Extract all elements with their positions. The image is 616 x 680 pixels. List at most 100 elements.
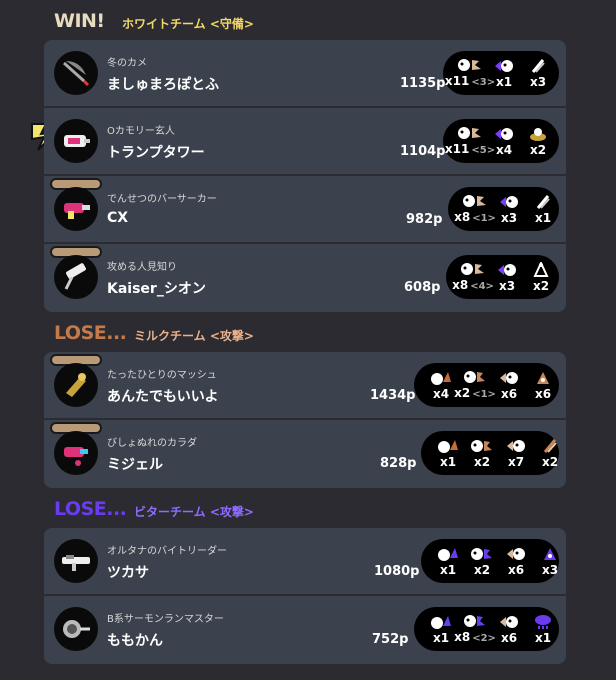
boss-salmon-icon	[438, 440, 458, 453]
salmon-icon	[471, 548, 492, 560]
player-row[interactable]: でんせつのバーサーカー CX 982p x8 <1> x3 x1	[44, 176, 566, 244]
stat-value: x8	[454, 630, 471, 644]
stats-capsule: x1 x8 <2> x6 x1	[414, 607, 559, 651]
team-header: LOSE... ビターチーム <攻撃>	[44, 498, 566, 532]
stat-value: x2	[532, 279, 550, 293]
stat-value: x3	[498, 279, 516, 293]
stat-special: x3	[525, 51, 551, 95]
stat-eggs: x2 <1>	[454, 363, 496, 407]
stat-sub: <2>	[472, 633, 496, 644]
stat-rescues: x6	[503, 539, 529, 583]
player-name: Kaiser_シオン	[107, 281, 206, 297]
player-title: Oカモリー玄人	[107, 126, 175, 137]
player-row[interactable]: Oカモリー玄人 トランプタワー 1104p x11 <5> x4 x2	[44, 108, 566, 176]
stat-value: x2	[473, 455, 491, 469]
stat-sub: <1>	[472, 389, 496, 400]
stat-special: x2	[528, 255, 554, 299]
stat-value: x7	[507, 455, 525, 469]
weapon-avatar	[54, 187, 98, 231]
player-name: ももかん	[107, 633, 163, 649]
player-title: オルタナのバイトリーダー	[107, 546, 227, 557]
stat-value: x1	[534, 211, 552, 225]
stat-rescues: x4	[491, 119, 517, 163]
stats-capsule: x4 x2 <1> x6 x6	[414, 363, 559, 407]
ink-storm-special-icon	[535, 615, 551, 629]
team-bitter: LOSE... ビターチーム <攻撃> オルタナのバイトリーダー ツカサ 108…	[44, 498, 566, 664]
stat-sub: <1>	[472, 213, 496, 224]
player-row[interactable]: 攻める人見知り Kaiser_シオン 608p x8 <4> x3 x2	[44, 244, 566, 312]
stat-rescues: x3	[496, 187, 522, 231]
stat-value: x4	[432, 387, 450, 401]
player-points: 1080p	[374, 564, 420, 579]
stat-rescues: x6	[496, 363, 522, 407]
weapon-avatar	[54, 539, 98, 583]
stat-special: x6	[530, 363, 556, 407]
stat-value: x6	[500, 387, 518, 401]
splat-bomb-special-icon	[537, 372, 549, 384]
boss-salmon-icon	[431, 372, 451, 385]
player-points: 752p	[372, 632, 409, 647]
stat-value: x1	[439, 455, 457, 469]
rescue-icon	[500, 196, 518, 208]
player-points: 982p	[406, 212, 443, 227]
stat-value: x6	[534, 387, 552, 401]
stat-value: x1	[439, 563, 457, 577]
special-weapon-icon	[531, 59, 545, 73]
team-panel: 冬のカメ ましゅまろぽとふ 1135p x11 <3> x1 x3 Oカモリー玄…	[44, 40, 566, 312]
player-row[interactable]: 冬のカメ ましゅまろぽとふ 1135p x11 <3> x1 x3	[44, 40, 566, 108]
stat-value: x1	[495, 75, 513, 89]
stat-value: x3	[529, 75, 547, 89]
player-name: トランプタワー	[107, 145, 205, 161]
team-panel: オルタナのバイトリーダー ツカサ 1080p x1 x2 x6 x3 B系サーモ…	[44, 528, 566, 664]
booyah-bomb-special-icon	[533, 262, 549, 277]
player-row[interactable]: B系サーモンランマスター ももかん 752p x1 x8 <2> x6 x1	[44, 596, 566, 664]
stat-value: x11	[444, 74, 470, 88]
stat-special: x2	[537, 431, 563, 475]
rescue-icon	[495, 60, 513, 72]
umbrella-weapon-icon	[62, 61, 90, 87]
stat-value: x2	[541, 455, 559, 469]
boss-salmon-icon	[438, 548, 458, 561]
player-name: ミジェル	[107, 457, 163, 473]
player-points: 608p	[404, 280, 441, 295]
stat-value: x1	[534, 631, 552, 645]
stat-special: x1	[530, 187, 556, 231]
rescue-icon	[500, 616, 518, 628]
roller-weapon-icon	[64, 263, 86, 290]
stat-special: x2	[525, 119, 551, 163]
stat-rescues: x6	[496, 607, 522, 651]
dualies-weapon-icon	[64, 447, 88, 466]
slosher-weapon-icon	[63, 620, 90, 638]
weapon-avatar	[54, 119, 98, 163]
stat-value: x6	[500, 631, 518, 645]
sprinkler-special-icon	[530, 128, 546, 141]
stat-eggs: x8 <2>	[454, 607, 496, 651]
stat-rescues: x3	[494, 255, 520, 299]
player-title: 攻める人見知り	[107, 262, 177, 273]
salmon-icon	[461, 263, 484, 275]
salmon-icon	[458, 127, 481, 139]
team-result: LOSE...	[54, 498, 127, 520]
rescue-icon	[495, 128, 513, 140]
player-points: 1434p	[370, 388, 416, 403]
rescue-icon	[507, 548, 525, 560]
stat-value: x8	[454, 210, 471, 224]
team-result: LOSE...	[54, 322, 127, 344]
team-header: WIN! ホワイトチーム <守備>	[44, 10, 566, 44]
player-row[interactable]: たったひとりのマッシュ あんたでもいいよ 1434p x4 x2<1> x6	[44, 352, 566, 420]
player-row[interactable]: オルタナのバイトリーダー ツカサ 1080p x1 x2 x6 x3	[44, 528, 566, 596]
stat-rescues: x1	[491, 51, 517, 95]
stat-value: x3	[541, 563, 559, 577]
player-title: たったひとりのマッシュ	[107, 370, 217, 381]
team-panel: たったひとりのマッシュ あんたでもいいよ 1434p x4 x2<1> x6	[44, 352, 566, 488]
weapon-avatar	[54, 51, 98, 95]
rescue-icon	[507, 440, 525, 452]
stat-value: x11	[444, 142, 470, 156]
player-row[interactable]: びしょぬれのカラダ ミジェル 828p x1 x2 x7 x2	[44, 420, 566, 488]
player-title: B系サーモンランマスター	[107, 614, 224, 625]
weapon-avatar	[54, 431, 98, 475]
stat-boss-kills: x4	[428, 363, 454, 407]
boss-salmon-icon	[431, 616, 451, 629]
blaster-weapon-icon	[64, 203, 90, 219]
team-name: ビターチーム <攻撃>	[134, 505, 254, 519]
